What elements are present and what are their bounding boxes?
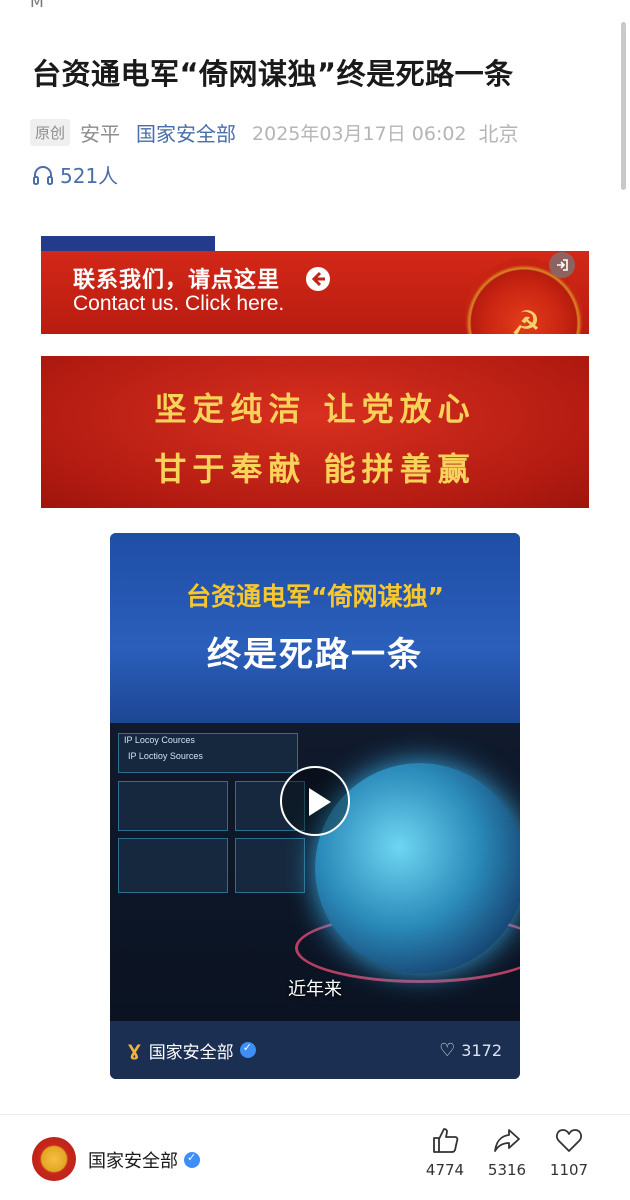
play-button[interactable] — [280, 766, 350, 836]
footer-account-name: 国家安全部 — [88, 1151, 178, 1172]
monitor-screen — [235, 838, 305, 893]
share-icon — [494, 1129, 520, 1152]
verified-icon — [239, 1041, 256, 1058]
author-name: 安平 — [80, 121, 121, 146]
like-count: 4774 — [425, 1161, 465, 1179]
article-title: 台资通电军“倚网谋独”终是死路一条 — [32, 57, 514, 91]
action-buttons: 4774 5316 1107 — [414, 1125, 600, 1179]
share-count: 5316 — [487, 1161, 527, 1179]
heart-icon: ♡ — [439, 1039, 456, 1061]
footer-account[interactable]: 国家安全部 — [88, 1147, 200, 1173]
contact-cn-text: 联系我们，请点这里 — [73, 268, 281, 293]
scrollbar-thumb[interactable] — [621, 22, 626, 190]
arrow-left-icon — [306, 267, 330, 291]
video-info-bar: Ɣ 国家安全部 ♡ 3172 — [110, 1021, 520, 1079]
source-account-link[interactable]: 国家安全部 — [136, 118, 236, 147]
headphones-icon — [33, 165, 53, 185]
open-link-icon[interactable] — [549, 252, 575, 278]
video-caption: 近年来 — [288, 979, 342, 1000]
listener-count-text: 521人 — [60, 164, 119, 188]
video-thumbnail: IP Locoy Cources IP Loctioy Sources 近年来 — [110, 723, 520, 1021]
article-meta: 原创 安平 国家安全部 2025年03月17日 06:02 北京 — [30, 116, 519, 148]
thumbs-up-icon — [433, 1128, 459, 1153]
video-title-area: 台资通电军“倚网谋独” 终是死路一条 — [110, 533, 520, 723]
publish-date: 2025年03月17日 06:02 — [252, 122, 467, 145]
slogan-line-1: 坚定纯洁 让党放心 — [154, 390, 476, 428]
verified-icon — [184, 1151, 200, 1168]
slogan-line-2: 甘于奉献 能拼善赢 — [154, 450, 476, 488]
article-bottom-bar: 国家安全部 4774 5316 1107 — [0, 1114, 630, 1200]
account-avatar[interactable] — [32, 1137, 76, 1181]
video-card[interactable]: 台资通电军“倚网谋独” 终是死路一条 IP Locoy Cources IP L… — [110, 533, 520, 1079]
listen-count[interactable]: 521人 — [32, 160, 118, 189]
banner-blue-strip — [41, 236, 215, 251]
favorite-button[interactable]: 1107 — [538, 1125, 600, 1179]
slogan-banner: 坚定纯洁 让党放心 甘于奉献 能拼善赢 — [41, 356, 589, 508]
contact-us-banner[interactable]: ☭ 联系我们，请点这里 Contact us. Click here. — [41, 236, 589, 334]
channel-logo-icon: Ɣ — [128, 1040, 141, 1060]
status-bar-fragment: M — [30, 0, 44, 11]
monitor-screen — [118, 781, 228, 831]
share-button[interactable]: 5316 — [476, 1125, 538, 1179]
publish-location: 北京 — [478, 121, 519, 146]
heart-icon — [556, 1129, 582, 1152]
hammer-sickle-icon: ☭ — [510, 304, 541, 334]
screen-label-1: IP Locoy Cources — [124, 735, 195, 745]
like-button[interactable]: 4774 — [414, 1125, 476, 1179]
video-account-name[interactable]: 国家安全部 — [149, 1038, 234, 1063]
contact-en-text: Contact us. Click here. — [73, 292, 285, 315]
video-subtitle: 台资通电军“倚网谋独” — [186, 582, 444, 611]
video-like-button[interactable]: ♡ 3172 — [439, 1040, 502, 1061]
monitor-screen — [118, 838, 228, 893]
video-main-title: 终是死路一条 — [207, 635, 423, 675]
original-badge: 原创 — [30, 118, 71, 146]
favorite-count: 1107 — [549, 1161, 589, 1179]
video-like-count: 3172 — [461, 1040, 502, 1060]
screen-label-2: IP Loctioy Sources — [128, 751, 203, 761]
